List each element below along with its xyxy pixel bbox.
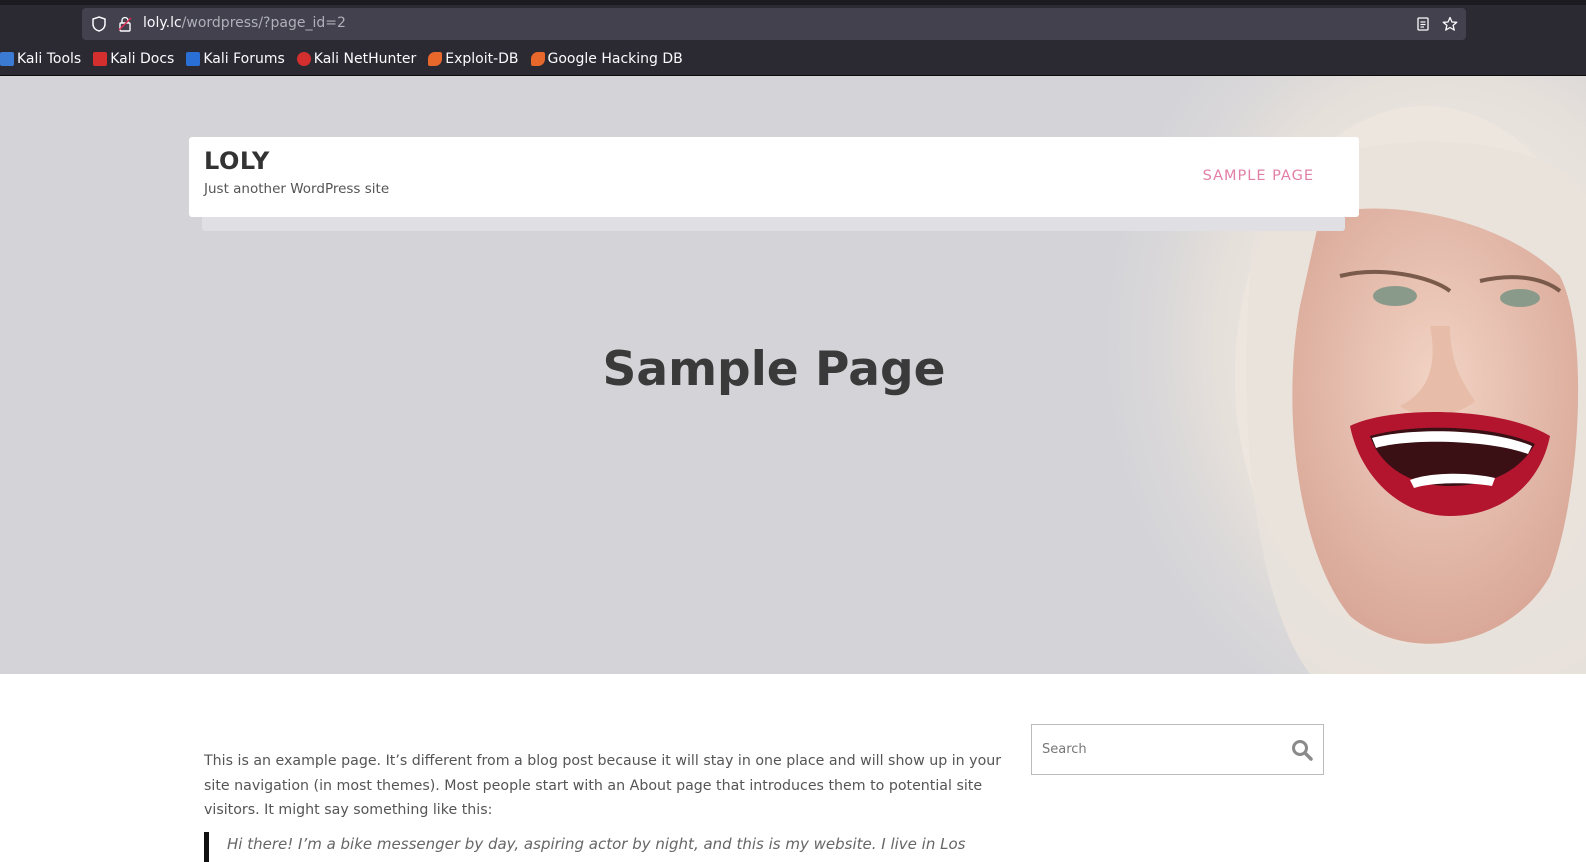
blockquote: Hi there! I’m a bike messenger by day, a… xyxy=(204,832,994,862)
lock-icon[interactable] xyxy=(116,15,134,33)
kali-tools-icon xyxy=(0,52,14,66)
url-path: /wordpress/?page_id=2 xyxy=(181,15,346,31)
bookmark-kali-forums[interactable]: Kali Forums xyxy=(186,51,285,67)
hero-banner: LOLY Just another WordPress site SAMPLE … xyxy=(0,76,1586,674)
url-host: loly.lc xyxy=(143,15,182,31)
blockquote-text: Hi there! I’m a bike messenger by day, a… xyxy=(227,835,966,853)
bookmarks-toolbar: Kali Tools Kali Docs Kali Forums Kali Ne… xyxy=(0,44,695,74)
ghdb-icon xyxy=(530,52,545,66)
site-tagline: Just another WordPress site xyxy=(204,181,390,197)
kali-forums-icon xyxy=(186,52,201,66)
bookmark-exploit-db[interactable]: Exploit-DB xyxy=(428,51,519,67)
search-icon[interactable] xyxy=(1291,739,1313,761)
nav-sample-page[interactable]: SAMPLE PAGE xyxy=(1203,168,1314,184)
bookmark-google-hacking-db[interactable]: Google Hacking DB xyxy=(530,51,683,67)
search-widget xyxy=(1031,724,1324,775)
kali-docs-icon xyxy=(93,52,108,66)
bookmark-label: Kali Forums xyxy=(203,51,285,67)
exploit-db-icon xyxy=(428,52,443,66)
site-title[interactable]: LOLY xyxy=(204,147,270,175)
bookmark-label: Kali Tools xyxy=(17,51,82,67)
url-text[interactable]: loly.lc/wordpress/?page_id=2 xyxy=(143,15,346,31)
bookmark-kali-tools[interactable]: Kali Tools xyxy=(0,51,81,67)
bookmark-label: Kali NetHunter xyxy=(313,51,417,67)
bookmark-kali-nethunter[interactable]: Kali NetHunter xyxy=(296,51,417,67)
bookmark-kali-docs[interactable]: Kali Docs xyxy=(93,51,174,67)
search-input[interactable] xyxy=(1032,725,1282,774)
page-paragraph: This is an example page. It’s different … xyxy=(204,753,1002,818)
header-underlay xyxy=(202,217,1345,231)
tab-strip xyxy=(0,0,1586,5)
page-title: Sample Page xyxy=(602,342,946,397)
kali-nethunter-icon xyxy=(296,52,311,66)
url-bar[interactable]: loly.lc/wordpress/?page_id=2 xyxy=(82,8,1466,40)
bookmark-label: Google Hacking DB xyxy=(547,51,683,67)
bookmark-star-icon[interactable] xyxy=(1441,15,1459,33)
bookmark-label: Kali Docs xyxy=(110,51,175,67)
bookmark-label: Exploit-DB xyxy=(445,51,519,67)
shield-icon[interactable] xyxy=(90,15,108,33)
browser-chrome: loly.lc/wordpress/?page_id=2 Kali Tools … xyxy=(0,0,1586,76)
site-header: LOLY Just another WordPress site SAMPLE … xyxy=(189,137,1359,217)
reader-view-icon[interactable] xyxy=(1414,15,1432,33)
